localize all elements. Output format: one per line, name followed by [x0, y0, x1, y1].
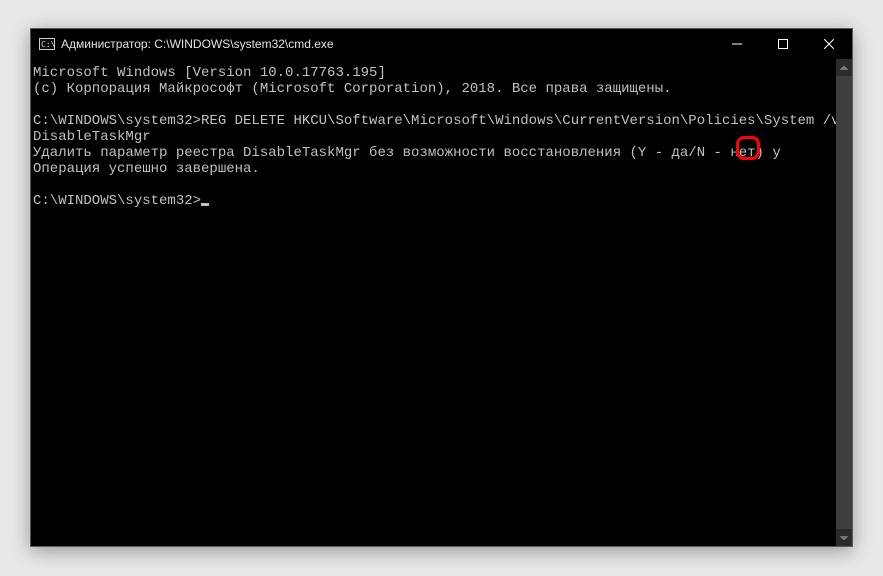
prompt-line: C:\WINDOWS\system32> — [33, 193, 201, 209]
maximize-button[interactable] — [760, 29, 806, 59]
output-line: Операция успешно завершена. — [33, 161, 260, 177]
window-title: Администратор: C:\WINDOWS\system32\cmd.e… — [61, 37, 334, 51]
scrollbar-vertical[interactable] — [836, 59, 852, 546]
scrollbar-up-icon[interactable] — [836, 59, 852, 76]
output-line: Удалить параметр реестра DisableTaskMgr … — [33, 145, 781, 161]
cmd-window: C:\ Администратор: C:\WINDOWS\system32\c… — [30, 28, 853, 547]
output-line: (c) Корпорация Майкрософт (Microsoft Cor… — [33, 81, 672, 97]
output-line: Microsoft Windows [Version 10.0.17763.19… — [33, 65, 386, 81]
cmd-icon: C:\ — [39, 36, 55, 52]
minimize-button[interactable] — [714, 29, 760, 59]
output-line: C:\WINDOWS\system32>REG DELETE HKCU\Soft… — [33, 113, 848, 145]
svg-text:C:\: C:\ — [41, 40, 55, 49]
close-button[interactable] — [806, 29, 852, 59]
terminal-area[interactable]: Microsoft Windows [Version 10.0.17763.19… — [31, 59, 852, 546]
terminal-output: Microsoft Windows [Version 10.0.17763.19… — [33, 65, 852, 209]
cursor — [201, 203, 209, 206]
titlebar[interactable]: C:\ Администратор: C:\WINDOWS\system32\c… — [31, 29, 852, 59]
scrollbar-thumb[interactable] — [836, 76, 852, 529]
scrollbar-track[interactable] — [836, 76, 852, 529]
scrollbar-down-icon[interactable] — [836, 529, 852, 546]
